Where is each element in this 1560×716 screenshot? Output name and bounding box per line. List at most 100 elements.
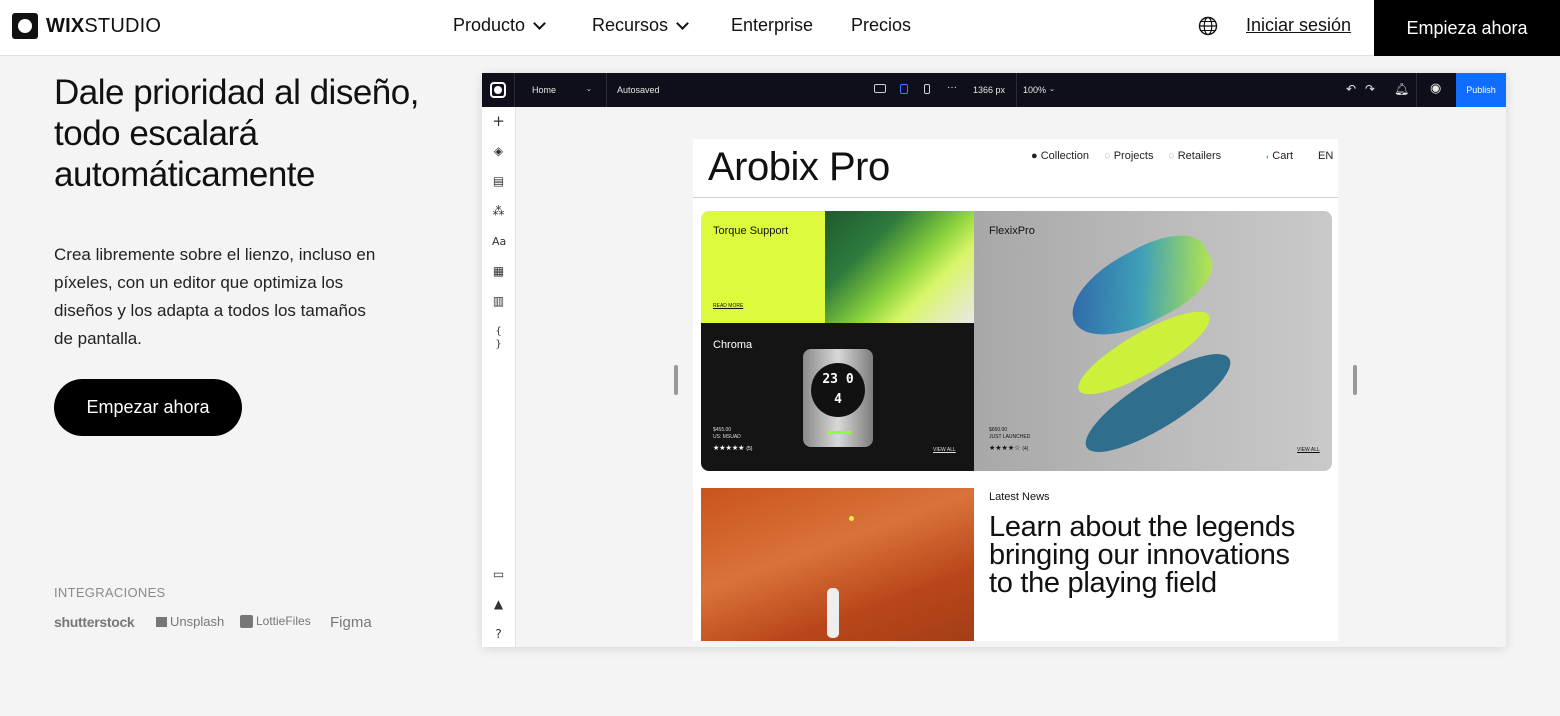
shoe-closeup-image (825, 211, 974, 323)
site-nav-projects[interactable]: ○ Projects (1104, 150, 1153, 162)
chevron-down-icon: ⌄ (586, 86, 592, 93)
integrations-label: INTEGRACIONES (54, 585, 166, 600)
chevron-down-icon (533, 16, 546, 30)
table-cms-icon[interactable]: ▥ (492, 295, 505, 308)
figma-logo: Figma (330, 614, 372, 631)
login-link[interactable]: Iniciar sesión (1246, 15, 1351, 36)
chroma-card[interactable]: Chroma 23 04 $455.00 US: MSUAD ★★★★★ (5)… (701, 323, 974, 471)
flexix-title: FlexixPro (989, 225, 1035, 237)
editor-left-toolbar: + ◈ ▤ ⁂ Aa ▦ ▥ { } ▭ ▲ ? (482, 107, 516, 647)
site-nav-projects-label: Projects (1113, 150, 1154, 162)
flexix-sub: JUST LAUNCHED (989, 434, 1031, 440)
editor-preview: Home ⌄ Autosaved ··· 1366 px 100% ⌄ ↶ ↷ … (482, 73, 1506, 647)
page-selector[interactable]: Home (532, 85, 556, 95)
tablet-icon[interactable] (900, 84, 908, 94)
desktop-icon[interactable] (874, 84, 886, 93)
divider (514, 73, 515, 107)
site-cart[interactable]: ◖ Cart (1265, 150, 1293, 162)
lottiefiles-icon (240, 614, 253, 628)
flexix-price: $650.00 (989, 427, 1008, 433)
nav-producto[interactable]: Producto (453, 15, 546, 36)
tennis-court-image (701, 488, 974, 641)
site-nav-retailers[interactable]: ○ Retailers (1168, 150, 1221, 162)
chroma-view-all[interactable]: VIEW ALL (933, 447, 956, 454)
nav-enterprise-label: Enterprise (731, 15, 814, 35)
start-now-button[interactable]: Empieza ahora (1374, 0, 1560, 56)
undo-icon[interactable]: ↶ (1346, 82, 1356, 96)
resize-handle-right[interactable] (1353, 365, 1357, 395)
lottiefiles-logo: LottieFiles (240, 614, 311, 628)
nav-recursos[interactable]: Recursos (592, 15, 689, 36)
lottiefiles-label: LottieFiles (256, 614, 311, 628)
divider (606, 73, 607, 107)
unsplash-logo: Unsplash (156, 614, 224, 629)
hero-start-button[interactable]: Empezar ahora (54, 379, 242, 436)
tennis-player (827, 588, 839, 638)
site-canvas[interactable]: Arobix Pro ● Collection ○ Projects ○ Ret… (693, 139, 1338, 641)
globe-icon[interactable] (1198, 16, 1218, 36)
chroma-rating-stars: ★★★★★ (5) (713, 445, 753, 452)
nav-enterprise[interactable]: Enterprise (731, 15, 813, 36)
code-braces-icon[interactable]: { } (492, 325, 505, 350)
latest-news-label: Latest News (989, 491, 1050, 503)
more-icon[interactable]: ··· (947, 82, 957, 93)
news-headline[interactable]: Learn about the legends bringing our inn… (989, 513, 1309, 598)
site-logo-text: Arobix Pro (708, 145, 890, 189)
site-nav-retailers-label: Retailers (1177, 150, 1222, 162)
zoom-level[interactable]: 100% (1023, 85, 1046, 95)
chroma-sub: US: MSUAD (713, 434, 741, 440)
components-icon[interactable]: ⁂ (492, 205, 505, 218)
unsplash-icon (156, 616, 167, 627)
preview-eye-icon[interactable]: ◉ (1430, 81, 1441, 96)
site-nav-collection-label: Collection (1040, 150, 1090, 162)
torque-card[interactable]: Torque Support READ MORE (701, 211, 825, 323)
typography-icon[interactable]: Aa (492, 235, 506, 248)
site-lang[interactable]: EN (1318, 150, 1333, 162)
add-icon[interactable]: + (492, 114, 505, 129)
flexix-rating-stars: ★★★★☆ (4) (989, 445, 1029, 452)
notifications-bell-icon[interactable]: 🔔︎ (1394, 82, 1409, 96)
comments-icon[interactable]: ▭ (492, 568, 505, 581)
canvas-width[interactable]: 1366 px (973, 85, 1005, 95)
divider (1416, 73, 1417, 107)
redo-icon[interactable]: ↷ (1365, 82, 1375, 96)
publish-button[interactable]: Publish (1456, 73, 1506, 107)
studio-logo-icon[interactable] (490, 82, 506, 98)
hero-description: Crea libremente sobre el lienzo, incluso… (54, 245, 376, 348)
watch-face: 23 04 (811, 363, 865, 417)
chevron-down-icon: ⌄ (1049, 86, 1055, 93)
chroma-rating-count: (5) (746, 446, 753, 452)
torque-title: Torque Support (713, 225, 789, 237)
site-nav-collection[interactable]: ● Collection (1031, 150, 1089, 162)
product-grid: Torque Support READ MORE Chroma 23 04 $4… (701, 211, 1332, 471)
flexix-view-all[interactable]: VIEW ALL (1297, 447, 1320, 454)
help-icon[interactable]: ? (492, 628, 505, 641)
watch-time: 23 04 (822, 372, 854, 407)
chroma-price: $455.00 (713, 427, 732, 433)
wix-logo-icon (12, 13, 38, 39)
apps-grid-icon[interactable]: ▦ (492, 265, 505, 278)
layers-icon[interactable]: ◈ (492, 145, 505, 158)
pages-icon[interactable]: ▤ (492, 175, 505, 188)
flexix-card[interactable]: FlexixPro $650.00 JUST LAUNCHED ★★★★☆ (4… (974, 211, 1332, 471)
autosave-status: Autosaved (617, 85, 660, 95)
tennis-ball (849, 516, 854, 521)
editor-topbar: Home ⌄ Autosaved ··· 1366 px 100% ⌄ ↶ ↷ … (482, 73, 1506, 107)
mobile-icon[interactable] (924, 84, 930, 94)
wix-studio-logo[interactable]: WIXSTUDIO (12, 13, 161, 39)
nav-precios-label: Precios (851, 15, 912, 35)
unsplash-label: Unsplash (170, 614, 225, 629)
divider (1016, 73, 1017, 107)
watch-indicator (827, 431, 851, 434)
nav-precios[interactable]: Precios (851, 15, 911, 36)
read-more-link[interactable]: READ MORE (713, 303, 743, 310)
shutterstock-logo: shutterstock (54, 614, 135, 630)
top-navbar: WIXSTUDIO Producto Recursos Enterprise P… (0, 0, 1560, 56)
flexix-rating-count: (4) (1022, 446, 1029, 452)
logo-bold: WIX (46, 14, 85, 37)
logo-light: STUDIO (84, 14, 162, 37)
chevron-down-icon (676, 16, 689, 30)
nav-recursos-label: Recursos (592, 15, 669, 35)
academy-cap-icon[interactable]: ▲ (492, 598, 505, 611)
resize-handle-left[interactable] (674, 365, 678, 395)
